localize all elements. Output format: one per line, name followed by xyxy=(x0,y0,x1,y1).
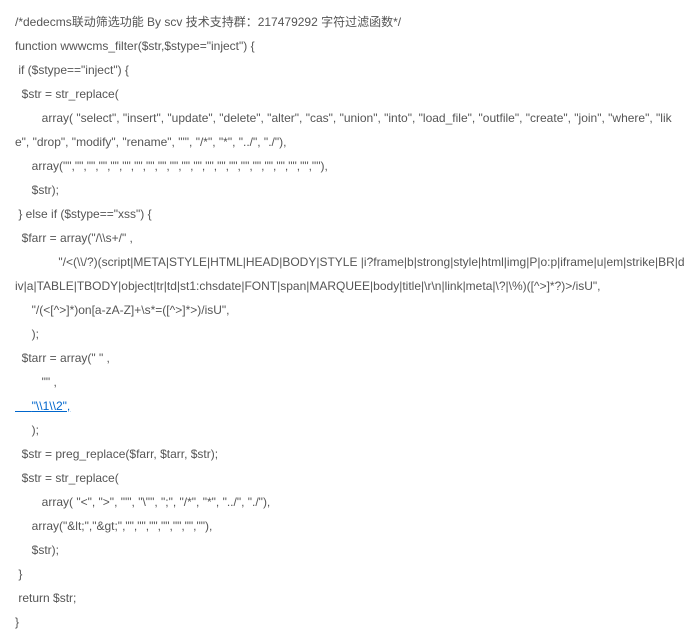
code-line-6: $str); xyxy=(15,178,685,202)
code-line-15: ); xyxy=(15,418,685,442)
code-line-21: } xyxy=(15,562,685,586)
code-line-17: $str = str_replace( xyxy=(15,466,685,490)
code-line-8: $farr = array("/\\s+/" , xyxy=(15,226,685,250)
code-line-3: $str = str_replace( xyxy=(15,82,685,106)
code-line-5: array("","","","","","","","","","","","… xyxy=(15,154,685,178)
code-line-0: /*dedecms联动筛选功能 By scv 技术支持群：217479292 字… xyxy=(15,10,685,34)
code-line-1: function wwwcms_filter($str,$stype="inje… xyxy=(15,34,685,58)
code-line-11: ); xyxy=(15,322,685,346)
code-line-14: "\\1\\2", xyxy=(15,394,685,418)
code-block: /*dedecms联动筛选功能 By scv 技术支持群：217479292 字… xyxy=(15,10,685,634)
code-line-9: "/<(\\/?)(script|META|STYLE|HTML|HEAD|BO… xyxy=(15,250,685,298)
code-line-16: $str = preg_replace($farr, $tarr, $str); xyxy=(15,442,685,466)
code-line-7: } else if ($stype=="xss") { xyxy=(15,202,685,226)
code-line-10: "/(<[^>]*)on[a-zA-Z]+\s*=([^>]*>)/isU", xyxy=(15,298,685,322)
code-line-22: return $str; xyxy=(15,586,685,610)
code-line-12: $tarr = array(" " , xyxy=(15,346,685,370)
code-line-2: if ($stype=="inject") { xyxy=(15,58,685,82)
code-line-4: array( "select", "insert", "update", "de… xyxy=(15,106,685,154)
code-line-18: array( "<", ">", "'", "\"", ";", "/*", "… xyxy=(15,490,685,514)
code-line-23: } xyxy=(15,610,685,634)
code-line-13: "" , xyxy=(15,370,685,394)
code-link[interactable]: "\\1\\2", xyxy=(15,399,70,413)
code-line-20: $str); xyxy=(15,538,685,562)
code-line-19: array("&lt;","&gt;","","","","","","",""… xyxy=(15,514,685,538)
